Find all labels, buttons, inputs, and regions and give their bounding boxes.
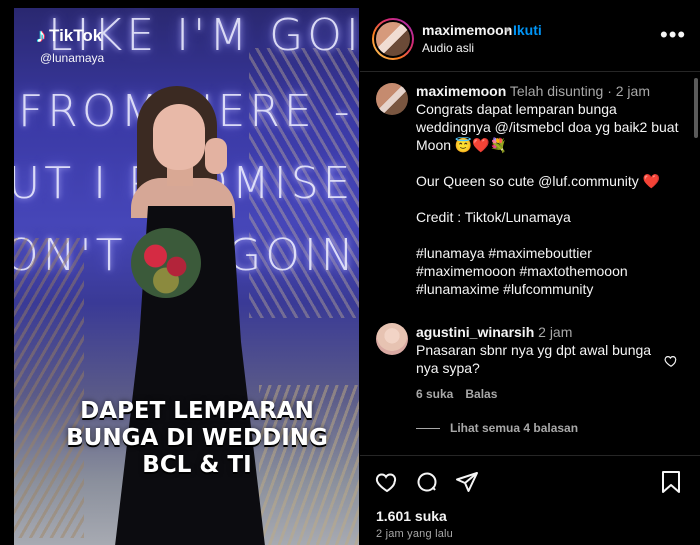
- caption-author-avatar[interactable]: [376, 83, 408, 115]
- view-replies-label[interactable]: Lihat semua 4 balasan: [450, 421, 578, 435]
- caption-line-2: Our Queen so cute @luf.community ❤️: [416, 173, 661, 189]
- replies-divider-line: [416, 427, 440, 429]
- comment-text: Pnasaran sbnr nya yg dpt awal bunga nya …: [416, 342, 652, 376]
- flower-bouquet: [131, 228, 201, 298]
- like-heart-icon[interactable]: [374, 469, 400, 495]
- caption-credit: Credit : Tiktok/Lunamaya: [416, 209, 571, 225]
- comment-time: 2 jam: [538, 324, 573, 340]
- commenter-avatar[interactable]: [376, 323, 408, 355]
- tiktok-logo-icon: ♪: [36, 25, 46, 47]
- bookmark-icon[interactable]: [658, 469, 684, 495]
- comment-like-heart-icon[interactable]: [664, 354, 678, 373]
- overlay-line-1: DAPET LEMPARAN: [80, 398, 314, 424]
- audio-label[interactable]: Audio asli: [422, 41, 474, 55]
- post-header: maximemoon • Ikuti Audio asli •••: [360, 8, 700, 72]
- author-username[interactable]: maximemoon: [422, 22, 512, 38]
- more-horizontal-icon[interactable]: •••: [660, 24, 686, 46]
- post-timestamp: 2 jam yang lalu: [376, 528, 453, 540]
- caption-username[interactable]: maximemoon: [416, 83, 506, 99]
- commenter-username[interactable]: agustini_winarsih: [416, 324, 534, 340]
- post-action-icons: [374, 469, 480, 495]
- comment: agustini_winarsih 2 jam Pnasaran sbnr ny…: [416, 323, 656, 377]
- caption-line-1: Congrats dapat lemparan bunga weddingnya…: [416, 101, 679, 153]
- overlay-line-3: BCL & TI: [142, 452, 252, 478]
- video-caption-overlay: DAPET LEMPARAN BUNGA DI WEDDING BCL & TI: [62, 398, 332, 479]
- post-action-bar: 1.601 suka 2 jam yang lalu: [360, 455, 700, 545]
- view-replies-button[interactable]: Lihat semua 4 balasan: [416, 421, 578, 435]
- comments-scroll-area[interactable]: maximemoon Telah disunting · 2 jam Congr…: [360, 73, 700, 463]
- caption-separator: ·: [607, 83, 612, 99]
- post-side-panel: maximemoon • Ikuti Audio asli ••• maxime…: [360, 8, 700, 545]
- tiktok-handle: @lunamaya: [40, 51, 105, 65]
- follow-button[interactable]: Ikuti: [513, 22, 542, 38]
- tiktok-brand: TikTok: [49, 26, 103, 45]
- post-media[interactable]: LIKE I'M GOIN FROM HERE - UT I PROMISE I…: [14, 8, 359, 545]
- author-avatar[interactable]: [372, 18, 414, 60]
- caption-time: 2 jam: [615, 83, 650, 99]
- comment-likes[interactable]: 6 suka: [416, 387, 453, 401]
- likes-count[interactable]: 1.601 suka: [376, 508, 447, 524]
- header-separator: •: [505, 21, 510, 37]
- comment-actions: 6 suka Balas: [416, 387, 497, 401]
- caption-edited-label: Telah disunting: [509, 83, 604, 99]
- scrollbar-thumb[interactable]: [694, 78, 698, 138]
- background-foliage-left: [14, 238, 84, 538]
- overlay-line-2: BUNGA DI WEDDING: [66, 425, 328, 451]
- caption-hashtags[interactable]: #lunamaya #maximebouttier #maximemooon #…: [416, 244, 690, 298]
- comment-bubble-icon[interactable]: [414, 469, 440, 495]
- post-caption: maximemoon Telah disunting · 2 jam Congr…: [416, 82, 690, 298]
- tiktok-watermark: ♪ TikTok: [36, 26, 102, 46]
- reply-button[interactable]: Balas: [465, 387, 497, 401]
- share-paper-plane-icon[interactable]: [454, 469, 480, 495]
